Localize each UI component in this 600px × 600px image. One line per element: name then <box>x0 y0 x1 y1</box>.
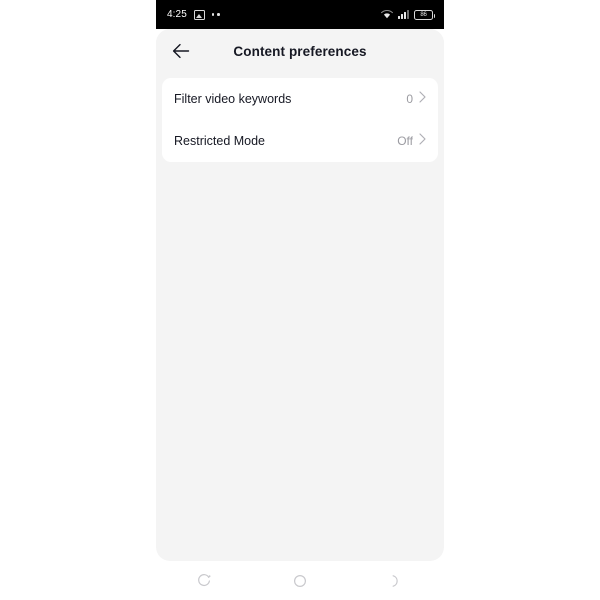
status-bar-clock: 4:25 <box>167 8 187 20</box>
battery-level-text: 86 <box>420 11 427 18</box>
app-screen: Content preferences Filter video keyword… <box>156 29 444 561</box>
row-trailing: Off <box>397 132 426 150</box>
home-icon[interactable] <box>279 566 321 596</box>
battery-icon: 86 <box>414 9 435 20</box>
settings-row-filter-video-keywords[interactable]: Filter video keywords 0 <box>174 78 426 120</box>
row-trailing: 0 <box>406 90 426 108</box>
back-arrow-icon[interactable] <box>168 38 194 64</box>
status-bar-left: 4:25 <box>167 8 220 20</box>
settings-card: Filter video keywords 0 Restricted Mode … <box>162 78 438 162</box>
row-value: Off <box>397 134 413 148</box>
photo-icon <box>193 9 205 20</box>
system-nav-bar <box>156 561 444 600</box>
recents-icon[interactable] <box>183 566 225 596</box>
status-bar-right: 86 <box>381 6 435 24</box>
signal-icon <box>398 10 409 19</box>
status-bar: 4:25 86 <box>156 0 444 29</box>
wifi-icon <box>381 6 393 24</box>
row-label: Restricted Mode <box>174 134 266 148</box>
chevron-right-icon <box>419 90 426 108</box>
page-title: Content preferences <box>233 43 367 59</box>
row-value: 0 <box>406 92 413 106</box>
phone-frame: 4:25 86 Content preferences Filter video… <box>156 0 444 600</box>
dots-icon <box>211 13 220 16</box>
back-icon[interactable] <box>375 566 417 596</box>
row-label: Filter video keywords <box>174 92 292 106</box>
settings-row-restricted-mode[interactable]: Restricted Mode Off <box>174 120 426 162</box>
chevron-right-icon <box>419 132 426 150</box>
app-header: Content preferences <box>156 29 444 73</box>
